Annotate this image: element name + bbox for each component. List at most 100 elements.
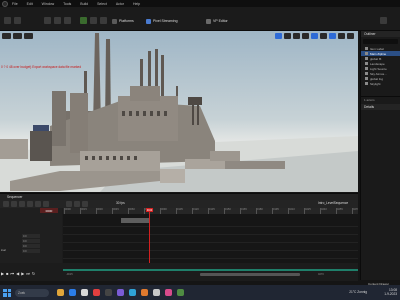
actor-icon bbox=[365, 67, 368, 70]
cinematics-icon[interactable] bbox=[64, 17, 71, 24]
skip-icon[interactable] bbox=[90, 17, 97, 24]
vp-editor-button[interactable]: VP Editor bbox=[206, 17, 228, 25]
select-mode-icon[interactable] bbox=[275, 33, 282, 39]
lit-mode-icon[interactable] bbox=[24, 33, 33, 39]
factory-scene bbox=[0, 33, 358, 192]
playhead-label[interactable]: 0040 bbox=[146, 208, 153, 212]
ruler-tick-label: 0120 bbox=[193, 208, 199, 211]
skip-back-icon[interactable]: ⏮ bbox=[11, 271, 15, 276]
windows-start-icon[interactable] bbox=[3, 288, 11, 297]
grid-snap-icon[interactable] bbox=[311, 33, 318, 39]
save-icon[interactable] bbox=[4, 17, 11, 24]
render-icon[interactable] bbox=[27, 201, 33, 207]
actor-icon bbox=[365, 47, 368, 50]
timeline-scrollbar[interactable] bbox=[200, 273, 300, 276]
settings-icon[interactable] bbox=[82, 201, 88, 207]
ruler-tick-label: 0105 bbox=[177, 208, 183, 211]
weather-text[interactable]: 21°C Zonnig bbox=[349, 290, 367, 294]
menu-select[interactable]: Select bbox=[97, 2, 107, 6]
menu-help[interactable]: Help bbox=[133, 2, 140, 6]
ruler-tick-label: 0255 bbox=[337, 208, 343, 211]
grid-size-icon[interactable] bbox=[320, 33, 327, 39]
sequence-name: Intro_LevelSequence bbox=[318, 201, 349, 205]
platforms-button[interactable]: Platforms bbox=[112, 17, 134, 25]
settings-icon[interactable] bbox=[380, 17, 387, 24]
app-icon[interactable] bbox=[177, 289, 184, 296]
step-forward-icon[interactable]: ▶ bbox=[21, 271, 24, 276]
outliner-item-label: Landscape bbox=[370, 61, 385, 66]
track-value-field[interactable]: 0.0 bbox=[22, 249, 40, 253]
maximize-icon[interactable] bbox=[347, 33, 354, 39]
camera-icon[interactable] bbox=[19, 201, 25, 207]
track-value-field[interactable]: 0.0 bbox=[22, 239, 40, 243]
app-icon[interactable] bbox=[141, 289, 148, 296]
file-explorer-icon[interactable] bbox=[57, 289, 64, 296]
current-time-field[interactable]: 0000 bbox=[40, 208, 58, 213]
step-back-icon[interactable]: ◀ bbox=[16, 271, 19, 276]
time-ruler[interactable]: 0000001500300045006000750090010501200135… bbox=[63, 208, 358, 214]
actor-icon bbox=[365, 52, 368, 55]
translate-icon[interactable] bbox=[284, 33, 291, 39]
taskbar-search-input[interactable]: Zoek bbox=[15, 288, 49, 297]
clock-date[interactable]: 1-9-2023 bbox=[384, 292, 397, 296]
play-icon[interactable]: ▶ bbox=[1, 271, 4, 276]
stop-icon[interactable]: ■ bbox=[6, 271, 8, 276]
viewport-left-tools bbox=[2, 33, 33, 39]
app-icon[interactable] bbox=[165, 289, 172, 296]
content-icon[interactable] bbox=[44, 17, 51, 24]
more-options-icon[interactable] bbox=[100, 17, 107, 24]
app-icon[interactable] bbox=[153, 289, 160, 296]
menu-build[interactable]: Build bbox=[80, 2, 88, 6]
menu-file[interactable]: File bbox=[12, 2, 18, 6]
loop-icon[interactable]: ↻ bbox=[32, 271, 35, 276]
blueprint-icon[interactable] bbox=[54, 17, 61, 24]
sequencer-bottom-bar: ▶ ■ ⏮ ◀ ▶ ⏭ ↻ -0015 0270 bbox=[0, 263, 358, 281]
range-start[interactable]: -0015 bbox=[66, 273, 73, 276]
skip-forward-icon[interactable]: ⏭ bbox=[26, 271, 30, 276]
menu-actor[interactable]: Actor bbox=[116, 2, 124, 6]
playhead-line[interactable] bbox=[149, 208, 150, 263]
pixel-streaming-label: Pixel Streaming bbox=[153, 19, 178, 23]
tab-sequencer[interactable]: Sequencer bbox=[3, 195, 26, 199]
frame-rate-label[interactable]: 30 fps bbox=[116, 201, 125, 205]
menu-tools[interactable]: Tools bbox=[63, 2, 71, 6]
outliner-item-label: Main Zipline bbox=[370, 51, 387, 56]
save-sequence-icon[interactable] bbox=[3, 201, 9, 207]
shot-section[interactable] bbox=[121, 218, 149, 223]
outliner-search-input[interactable] bbox=[363, 39, 398, 44]
actor-icon bbox=[365, 62, 368, 65]
perspective-icon[interactable] bbox=[13, 33, 22, 39]
chrome-icon[interactable] bbox=[93, 289, 100, 296]
menu-window[interactable]: Window bbox=[42, 2, 54, 6]
platforms-label: Platforms bbox=[119, 19, 134, 23]
outliner-item-label: Sky Atmos... bbox=[370, 71, 387, 76]
snap-icon[interactable] bbox=[43, 201, 49, 207]
range-end[interactable]: 0270 bbox=[318, 273, 324, 276]
track-value-field[interactable]: 0.0 bbox=[22, 244, 40, 248]
app-icon[interactable] bbox=[117, 289, 124, 296]
angle-snap-icon[interactable] bbox=[329, 33, 336, 39]
key-icon[interactable] bbox=[66, 201, 72, 207]
ruler-tick-label: 0150 bbox=[225, 208, 231, 211]
ruler-tick-label: 0060 bbox=[129, 208, 135, 211]
camera-speed-icon[interactable] bbox=[338, 33, 345, 39]
edge-icon[interactable] bbox=[69, 289, 76, 296]
ruler-tick-label: 0270 bbox=[353, 208, 358, 211]
curve-editor-icon[interactable] bbox=[74, 201, 80, 207]
track-value-field[interactable]: 0.0 bbox=[22, 234, 40, 238]
store-icon[interactable] bbox=[81, 289, 88, 296]
add-track-icon[interactable] bbox=[11, 201, 17, 207]
mode-select-icon[interactable] bbox=[14, 17, 21, 24]
sequencer-timeline[interactable]: 0000001500300045006000750090010501200135… bbox=[63, 208, 358, 263]
unreal-taskbar-icon[interactable] bbox=[105, 289, 112, 296]
play-icon[interactable] bbox=[80, 17, 87, 24]
app-icon[interactable] bbox=[129, 289, 136, 296]
scale-icon[interactable] bbox=[302, 33, 309, 39]
pixel-streaming-button[interactable]: Pixel Streaming bbox=[146, 17, 178, 25]
menu-edit[interactable]: Edit bbox=[27, 2, 33, 6]
level-viewport[interactable]: 0 ? 0 48 over budget) Export workspace d… bbox=[0, 31, 358, 192]
rotate-icon[interactable] bbox=[293, 33, 300, 39]
filter-icon[interactable] bbox=[35, 201, 41, 207]
ruler-tick-label: 0045 bbox=[113, 208, 119, 211]
viewport-menu-icon[interactable] bbox=[2, 33, 11, 39]
